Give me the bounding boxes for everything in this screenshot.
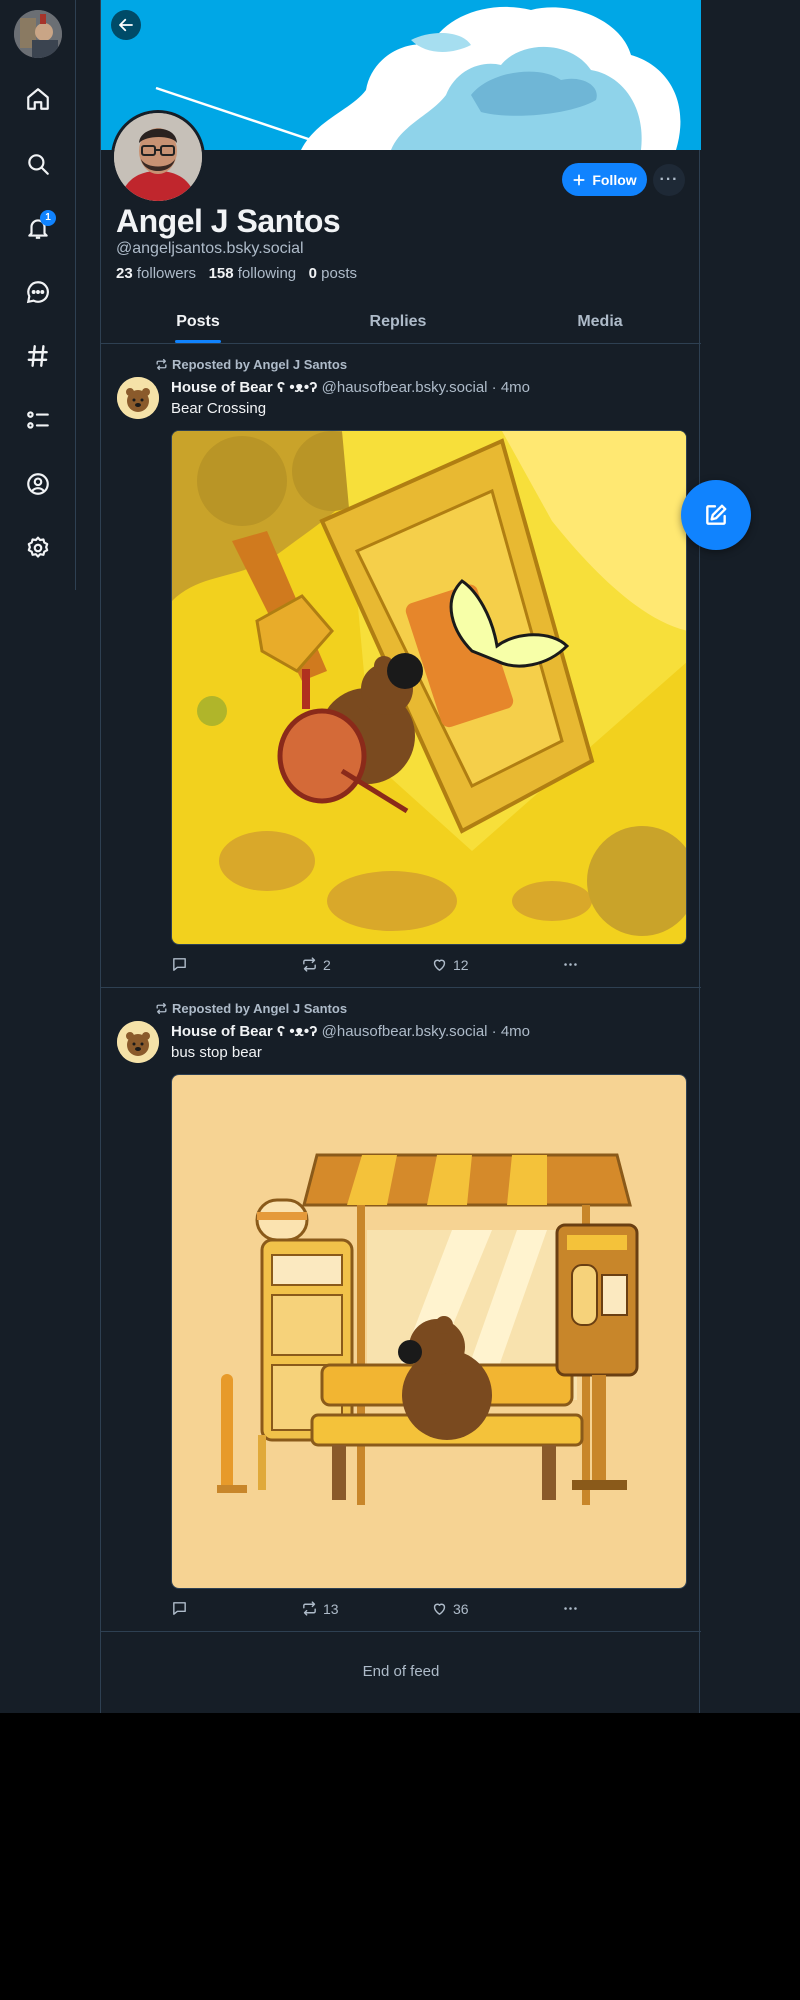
- post-actions: 2 12: [171, 956, 591, 976]
- author-handle[interactable]: @hausofbear.bsky.social: [322, 379, 488, 396]
- repost-icon: [156, 358, 167, 371]
- followers-link[interactable]: 23 followers: [116, 265, 196, 282]
- profile-column: Follow ··· Angel J Santos @angeljsantos.…: [100, 0, 701, 1713]
- post-more-button[interactable]: [562, 956, 579, 973]
- author-name[interactable]: House of Bear ʕ •ᴥ•ʔ: [171, 1023, 317, 1040]
- app-root: 1 Follow ··· Angel J Santos @angeljsanto…: [0, 0, 800, 1713]
- user-circle-icon[interactable]: [22, 468, 54, 500]
- plus-icon: [573, 173, 585, 186]
- follow-button[interactable]: Follow: [562, 163, 647, 196]
- repost-icon: [156, 1002, 167, 1015]
- compose-post-button[interactable]: [681, 480, 751, 550]
- tab-media[interactable]: Media: [545, 300, 655, 344]
- profile-avatar[interactable]: [111, 110, 205, 204]
- post-more-button[interactable]: [562, 1600, 579, 1617]
- more-dots-icon: ···: [659, 171, 679, 188]
- tab-posts[interactable]: Posts: [143, 300, 253, 344]
- followers-count: 23: [116, 265, 133, 282]
- repost-count: 2: [323, 956, 331, 973]
- following-label: following: [237, 265, 297, 282]
- post-header: House of Bear ʕ •ᴥ•ʔ @hausofbear.bsky.so…: [171, 379, 530, 396]
- post-actions: 13 36: [171, 1600, 591, 1620]
- author-name[interactable]: House of Bear ʕ •ᴥ•ʔ: [171, 379, 317, 396]
- profile-handle: @angeljsantos.bsky.social: [116, 240, 304, 257]
- posts-count: 0: [308, 265, 317, 282]
- search-icon[interactable]: [22, 148, 54, 180]
- post-header: House of Bear ʕ •ᴥ•ʔ @hausofbear.bsky.so…: [171, 1023, 530, 1040]
- current-user-avatar[interactable]: [14, 10, 62, 58]
- left-nav: 1: [0, 0, 76, 590]
- repost-button[interactable]: 2: [301, 956, 331, 973]
- bear-bus-stop-illustration: [172, 1075, 686, 1588]
- post-image-bear-mailbox[interactable]: [171, 430, 687, 945]
- repost-count: 13: [323, 1600, 339, 1617]
- reply-button[interactable]: [171, 1600, 188, 1617]
- notification-badge: 1: [40, 210, 56, 226]
- followers-label: followers: [136, 265, 197, 282]
- chat-bubble-icon[interactable]: [22, 276, 54, 308]
- post-text: Bear Crossing: [171, 400, 267, 417]
- repost-icon: [303, 957, 316, 972]
- post-image-bus-stop[interactable]: [171, 1074, 687, 1589]
- post-time[interactable]: · 4mo: [492, 379, 530, 396]
- compose-pencil-icon: [706, 504, 727, 525]
- repost-label: Reposted by Angel J Santos: [172, 357, 348, 372]
- posts-stat: 0 posts: [309, 265, 357, 282]
- bell-icon[interactable]: 1: [22, 210, 56, 244]
- like-button[interactable]: 36: [431, 1600, 469, 1617]
- feed-post[interactable]: Reposted by Angel J Santos House of Bear…: [101, 988, 701, 1632]
- profile-more-button[interactable]: ···: [653, 164, 685, 196]
- reply-bubble-icon: [173, 1602, 186, 1615]
- heart-icon: [433, 1603, 446, 1615]
- bear-mailbox-illustration: [172, 431, 686, 944]
- reply-bubble-icon: [173, 958, 186, 971]
- like-count: 36: [453, 1600, 469, 1617]
- repost-indicator: Reposted by Angel J Santos: [155, 357, 347, 372]
- hashtag-icon[interactable]: [22, 340, 54, 372]
- follow-label: Follow: [592, 171, 637, 188]
- feed-post[interactable]: Reposted by Angel J Santos House of Bear…: [101, 344, 701, 988]
- more-dots-icon: [564, 1607, 577, 1610]
- like-button[interactable]: 12: [431, 956, 469, 973]
- post-time[interactable]: · 4mo: [492, 1023, 530, 1040]
- end-of-feed-label: End of feed: [362, 1663, 440, 1680]
- author-handle[interactable]: @hausofbear.bsky.social: [322, 1023, 488, 1040]
- following-link[interactable]: 158 following: [209, 265, 297, 282]
- gear-icon[interactable]: [22, 532, 54, 564]
- repost-icon: [303, 1601, 316, 1616]
- author-avatar[interactable]: [117, 377, 159, 419]
- more-dots-icon: [564, 963, 577, 966]
- profile-stats: 23 followers 158 following 0 posts: [116, 265, 357, 282]
- post-text: bus stop bear: [171, 1044, 262, 1061]
- repost-label: Reposted by Angel J Santos: [172, 1001, 348, 1016]
- repost-button[interactable]: 13: [301, 1600, 339, 1617]
- tab-replies[interactable]: Replies: [343, 300, 453, 344]
- like-count: 12: [453, 956, 469, 973]
- back-button[interactable]: [111, 10, 141, 40]
- repost-indicator: Reposted by Angel J Santos: [155, 1001, 347, 1016]
- author-avatar[interactable]: [117, 1021, 159, 1063]
- display-name: Angel J Santos: [116, 203, 341, 239]
- reply-button[interactable]: [171, 956, 188, 973]
- home-icon[interactable]: [22, 83, 54, 115]
- profile-tabs: Posts Replies Media: [101, 300, 701, 344]
- following-count: 158: [208, 265, 234, 282]
- heart-icon: [433, 959, 446, 971]
- arrow-left-icon: [119, 18, 133, 32]
- list-icon[interactable]: [22, 404, 54, 436]
- posts-label: posts: [321, 265, 358, 282]
- active-tab-indicator: [175, 340, 221, 343]
